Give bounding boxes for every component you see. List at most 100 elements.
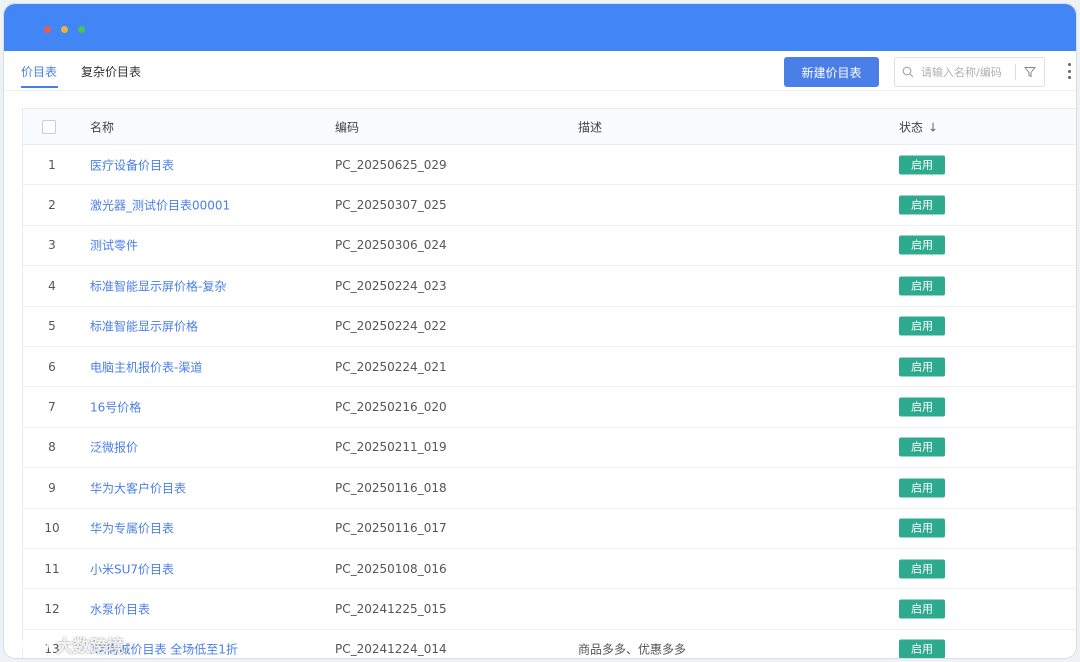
column-header-code: 编码 [335, 120, 360, 134]
row-code: PC_20250307_025 [335, 198, 447, 213]
status-badge-cell: 启用 [899, 478, 945, 498]
more-vertical-icon[interactable] [1064, 63, 1074, 79]
search-icon [895, 66, 921, 78]
status-badge: 启用 [899, 155, 945, 175]
select-all-checkbox[interactable] [42, 119, 56, 134]
tab-price-list[interactable]: 价目表 [21, 63, 57, 80]
table-row[interactable]: 1 医疗设备价目表 PC_20250625_029 启用 [23, 145, 1076, 186]
row-code: PC_20250108_016 [335, 561, 447, 576]
row-description: 商品多多、优惠多多 [578, 642, 687, 657]
column-header-status[interactable]: 状态 ↓ [899, 118, 938, 135]
status-badge: 启用 [899, 437, 945, 457]
row-index: 13 [44, 642, 60, 657]
table-row[interactable]: 3 测试零件 PC_20250306_024 启用 [23, 226, 1076, 267]
row-name-link[interactable]: 小米SU7价目表 [90, 560, 174, 577]
row-code: PC_20250211_019 [335, 440, 447, 455]
row-code: PC_20250224_021 [335, 359, 447, 374]
column-header-status-label: 状态 [899, 120, 924, 134]
title-bar [4, 4, 1076, 51]
status-badge-cell: 启用 [899, 559, 945, 579]
table-row[interactable]: 8 泛微报价 PC_20250211_019 启用 [23, 428, 1076, 469]
row-index: 3 [48, 238, 56, 253]
row-name-link[interactable]: 标准智能显示屏价格 [90, 318, 198, 335]
status-badge-cell: 启用 [899, 639, 945, 658]
row-code: PC_20250116_017 [335, 521, 447, 536]
new-price-list-button[interactable]: 新建价目表 [784, 57, 879, 87]
table-row[interactable]: 2 激光器_测试价目表00001 PC_20250307_025 启用 [23, 185, 1076, 226]
row-name-link[interactable]: 医疗设备价目表 [90, 156, 174, 173]
row-name-link[interactable]: 华为专属价目表 [90, 520, 174, 537]
row-index: 8 [48, 440, 56, 455]
row-name-link[interactable]: 华为大客户价目表 [90, 479, 186, 496]
row-index: 2 [48, 198, 56, 213]
status-badge-cell: 启用 [899, 518, 945, 538]
status-badge-cell: 启用 [899, 155, 945, 175]
row-code: PC_20250224_022 [335, 319, 447, 334]
window-controls [44, 26, 85, 33]
close-window-button[interactable] [44, 26, 51, 33]
minimize-window-button[interactable] [61, 26, 68, 33]
table-row[interactable]: 12 水泵价目表 PC_20241225_015 启用 [23, 589, 1076, 630]
row-index: 6 [48, 359, 56, 374]
table-row[interactable]: 7 16号价格 PC_20250216_020 启用 [23, 387, 1076, 428]
status-badge: 启用 [899, 639, 945, 658]
status-badge: 启用 [899, 397, 945, 417]
row-index: 10 [44, 521, 60, 536]
status-badge-cell: 启用 [899, 437, 945, 457]
column-header-description: 描述 [578, 120, 603, 134]
status-badge-cell: 启用 [899, 397, 945, 417]
table-row[interactable]: 5 标准智能显示屏价格 PC_20250224_022 启用 [23, 307, 1076, 347]
filter-icon[interactable] [1016, 66, 1044, 78]
table-row[interactable]: 6 电脑主机报价表-渠道 PC_20250224_021 启用 [23, 347, 1076, 388]
active-tab-indicator [21, 86, 58, 88]
table-row[interactable]: 10 华为专属价目表 PC_20250116_017 启用 [23, 509, 1076, 549]
row-index: 1 [48, 157, 56, 172]
row-code: PC_20250625_029 [335, 157, 447, 172]
row-index: 5 [48, 319, 56, 334]
table-body: 1 医疗设备价目表 PC_20250625_029 启用 2 激光器_测试价目表00001… [23, 145, 1076, 658]
status-badge-cell: 启用 [899, 316, 945, 336]
status-badge-cell: 启用 [899, 276, 945, 296]
price-list-table: 名称 编码 描述 状态 ↓ 1 医疗设备价目表 PC_20250625_029 启用 2 激… [22, 108, 1076, 658]
table-row[interactable]: 11 小米SU7价目表 PC_20250108_016 启用 [23, 549, 1076, 590]
row-code: PC_20250216_020 [335, 400, 447, 415]
app-window: 价目表 复杂价目表 新建价目表 名称 编码 描述 状态 ↓ 1 医疗设备价目表 PC_… [3, 3, 1077, 659]
row-index: 9 [48, 480, 56, 495]
row-name-link[interactable]: 电脑主机报价表-渠道 [90, 358, 202, 375]
status-badge: 启用 [899, 195, 945, 215]
tab-complex-price-list[interactable]: 复杂价目表 [81, 63, 141, 80]
row-name-link[interactable]: 标准智能显示屏价格-复杂 [90, 277, 226, 294]
status-badge: 启用 [899, 559, 945, 579]
status-badge: 启用 [899, 235, 945, 255]
row-name-link[interactable]: 激光器_测试价目表00001 [90, 197, 230, 214]
row-index: 12 [44, 601, 60, 616]
status-badge-cell: 启用 [899, 235, 945, 255]
row-name-link[interactable]: 16号价格 [90, 399, 141, 416]
row-code: PC_20241224_014 [335, 642, 447, 657]
status-badge: 启用 [899, 276, 945, 296]
status-badge-cell: 启用 [899, 599, 945, 619]
table-row[interactable]: 13 XX商城价目表 全场低至1折 PC_20241224_014 商品多多、优惠多多… [23, 630, 1076, 658]
maximize-window-button[interactable] [78, 26, 85, 33]
row-name-link[interactable]: 泛微报价 [90, 439, 138, 456]
column-header-name: 名称 [90, 120, 115, 134]
table-row[interactable]: 4 标准智能显示屏价格-复杂 PC_20250224_023 启用 [23, 266, 1076, 307]
table-row[interactable]: 9 华为大客户价目表 PC_20250116_018 启用 [23, 468, 1076, 509]
search-box [894, 57, 1045, 87]
row-code: PC_20250116_018 [335, 480, 447, 495]
status-badge-cell: 启用 [899, 357, 945, 377]
row-code: PC_20250224_023 [335, 278, 447, 293]
row-index: 4 [48, 278, 56, 293]
search-input[interactable] [921, 65, 1013, 79]
row-name-link[interactable]: 测试零件 [90, 237, 138, 254]
status-badge: 启用 [899, 518, 945, 538]
toolbar: 价目表 复杂价目表 新建价目表 [4, 51, 1076, 91]
status-badge: 启用 [899, 316, 945, 336]
status-badge: 启用 [899, 357, 945, 377]
arrow-down-icon[interactable]: ↓ [928, 120, 938, 134]
row-name-link[interactable]: 水泵价目表 [90, 600, 150, 617]
table-header: 名称 编码 描述 状态 ↓ [23, 109, 1076, 145]
status-badge: 启用 [899, 478, 945, 498]
status-badge: 启用 [899, 599, 945, 619]
row-name-link[interactable]: XX商城价目表 全场低至1折 [90, 641, 238, 658]
